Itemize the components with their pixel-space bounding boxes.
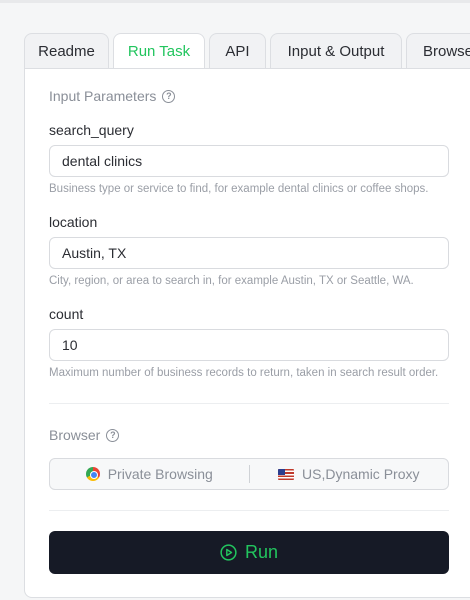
run-button[interactable]: Run [49,531,449,574]
search-query-label: search_query [49,122,134,138]
count-hint: Maximum number of business records to re… [49,367,439,379]
header-area [0,3,470,33]
browser-mode-label: Private Browsing [107,466,213,482]
us-flag-icon [278,468,295,480]
play-icon [220,544,237,561]
tab-bar: Readme Run Task API Input & Output Brows… [24,33,470,69]
browser-settings: Private Browsing US,Dynamic Proxy [49,458,449,490]
tab-browse[interactable]: Browse [406,33,470,69]
proxy-label: US,Dynamic Proxy [302,466,420,482]
location-hint: City, region, or area to search in, for … [49,275,414,287]
tab-readme[interactable]: Readme [24,33,109,69]
search-query-input[interactable]: dental clinics [49,145,449,177]
private-browsing-option[interactable]: Private Browsing [50,466,249,482]
input-parameters-heading: Input Parameters ? [49,88,176,104]
section-divider [49,403,449,404]
run-task-panel: Input Parameters ? search_query dental c… [24,68,470,598]
tab-run-task[interactable]: Run Task [113,33,205,69]
input-parameters-title: Input Parameters [49,88,157,104]
section-divider [49,510,449,511]
proxy-option[interactable]: US,Dynamic Proxy [250,466,449,482]
browser-heading: Browser ? [49,427,120,443]
chrome-icon [85,467,100,481]
browser-title: Browser [49,427,101,443]
run-button-label: Run [244,542,279,562]
count-label: count [49,306,84,322]
tab-api[interactable]: API [209,33,266,69]
tab-input-output[interactable]: Input & Output [270,33,402,69]
search-query-hint: Business type or service to find, for ex… [49,183,429,195]
location-input[interactable]: Austin, TX [49,237,449,269]
count-input[interactable]: 10 [49,329,449,361]
help-icon[interactable]: ? [106,428,120,442]
location-label: location [49,214,98,230]
help-icon[interactable]: ? [162,89,176,103]
